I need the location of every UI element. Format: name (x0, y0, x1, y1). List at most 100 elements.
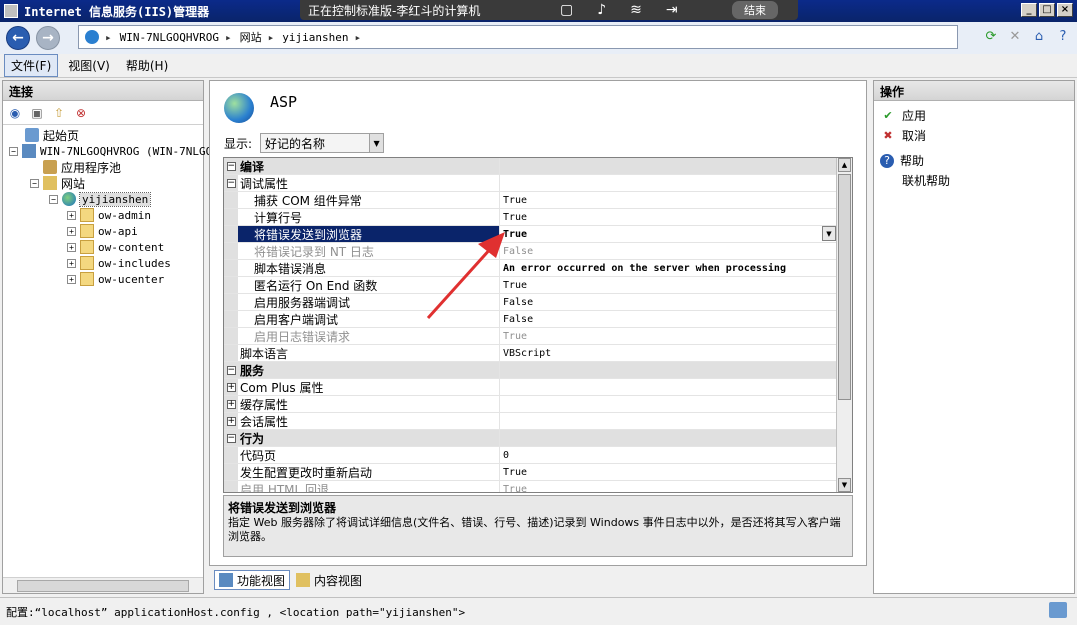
scroll-up-icon[interactable]: ▲ (838, 158, 851, 172)
value-dropdown-button[interactable]: ▼ (822, 226, 836, 241)
tab-content-view[interactable]: 内容视图 (292, 570, 366, 590)
horizontal-scrollbar[interactable] (3, 577, 203, 593)
connect-icon[interactable]: ◉ (7, 105, 23, 121)
property-row[interactable]: 脚本语言 VBScript (224, 345, 838, 362)
forward-button[interactable]: → (36, 26, 60, 50)
expand-icon[interactable]: + (67, 226, 76, 236)
fullscreen-icon[interactable]: ▢ (560, 2, 573, 18)
apply-action[interactable]: ✔ 应用 (880, 107, 926, 124)
collapse-icon[interactable]: − (30, 178, 39, 188)
property-value[interactable]: An error occurred on the server when pro… (500, 260, 838, 276)
breadcrumb-server[interactable]: WIN-7NLGOQHVROG (120, 31, 219, 44)
property-value[interactable]: True (500, 464, 838, 480)
expand-icon[interactable]: + (67, 210, 76, 220)
vertical-scrollbar[interactable]: ▲ ▼ (836, 158, 852, 492)
property-row[interactable]: 启用 HTML 回退 True (224, 481, 838, 493)
collapse-icon[interactable]: − (226, 365, 236, 375)
property-value[interactable]: True (500, 328, 838, 344)
property-value[interactable]: False (500, 311, 838, 327)
menu-view[interactable]: 视图(V) (62, 55, 116, 76)
disconnect-icon[interactable]: ⊗ (73, 105, 89, 121)
tab-features-view[interactable]: 功能视图 (214, 570, 291, 590)
collapse-icon[interactable]: − (226, 161, 236, 171)
subcategory-row[interactable]: − 调试属性 (224, 175, 838, 192)
property-value[interactable]: True (500, 226, 838, 242)
tree-folder[interactable]: + ow-api (67, 223, 138, 239)
property-value[interactable]: VBScript (500, 345, 838, 361)
tree-sites[interactable]: − 网站 (30, 175, 85, 191)
close-button[interactable]: × (1057, 3, 1073, 17)
quality-icon[interactable]: ≋ (630, 2, 642, 18)
breadcrumb-sites[interactable]: 网站 (240, 29, 262, 45)
tree-label: 应用程序池 (61, 160, 122, 175)
subcategory-row[interactable]: + 缓存属性 (224, 396, 838, 413)
property-row[interactable]: 发生配置更改时重新启动 True (224, 464, 838, 481)
collapse-icon[interactable]: − (226, 178, 236, 188)
mute-icon[interactable]: ♪ (597, 2, 606, 18)
tree-site[interactable]: − yijianshen (49, 191, 152, 207)
menu-help[interactable]: 帮助(H) (120, 55, 174, 76)
scrollbar-thumb[interactable] (838, 174, 851, 400)
property-row[interactable]: 启用日志错误请求 True (224, 328, 838, 345)
expand-icon[interactable]: + (226, 382, 236, 392)
help-icon[interactable]: ? (1053, 26, 1073, 46)
property-name: 启用客户端调试 (254, 312, 339, 327)
tree-app-pools[interactable]: 应用程序池 (43, 159, 121, 175)
online-help-action[interactable]: 联机帮助 (902, 172, 950, 189)
expand-icon[interactable]: + (226, 399, 236, 409)
property-value[interactable]: False (500, 243, 838, 259)
home-icon[interactable]: ⌂ (1029, 26, 1049, 46)
collapse-icon[interactable]: − (49, 194, 58, 204)
back-button[interactable]: ← (6, 26, 30, 50)
display-select[interactable]: 好记的名称 ▼ (260, 133, 385, 153)
property-value[interactable]: True (500, 277, 838, 293)
property-value[interactable]: True (500, 209, 838, 225)
property-name: 脚本语言 (240, 346, 289, 361)
category-row[interactable]: − 行为 (224, 430, 838, 447)
expand-icon[interactable]: + (226, 416, 236, 426)
minimize-button[interactable]: _ (1021, 3, 1037, 17)
tree-folder[interactable]: + ow-admin (67, 207, 151, 223)
property-value[interactable]: 0 (500, 447, 838, 463)
tree-folder[interactable]: + ow-includes (67, 255, 171, 271)
scroll-down-icon[interactable]: ▼ (838, 478, 851, 492)
address-bar[interactable]: ▸ WIN-7NLGOQHVROG ▸ 网站 ▸ yijianshen ▸ (78, 25, 958, 49)
maximize-button[interactable]: □ (1039, 3, 1055, 17)
property-row[interactable]: 计算行号 True (224, 209, 838, 226)
end-session-button[interactable]: 结束 (732, 1, 778, 19)
expand-icon[interactable]: + (67, 274, 76, 284)
property-value[interactable]: False (500, 294, 838, 310)
collapse-icon[interactable]: − (9, 146, 18, 156)
transfer-icon[interactable]: ⇥ (666, 2, 678, 18)
save-icon[interactable]: ▣ (29, 105, 45, 121)
tree-start-page[interactable]: 起始页 (25, 127, 79, 143)
menu-file[interactable]: 文件(F) (4, 54, 59, 77)
property-value[interactable]: True (500, 481, 838, 493)
up-folder-icon[interactable]: ⇧ (51, 105, 67, 121)
property-value[interactable]: True (500, 192, 838, 208)
tree-folder[interactable]: + ow-ucenter (67, 271, 164, 287)
subcategory-row[interactable]: + Com Plus 属性 (224, 379, 838, 396)
category-row[interactable]: − 编译 (224, 158, 838, 175)
tree-folder[interactable]: + ow-content (67, 239, 164, 255)
property-row-selected[interactable]: 将错误发送到浏览器 True ▼ (224, 226, 838, 243)
breadcrumb-site[interactable]: yijianshen (282, 31, 348, 44)
property-row[interactable]: 捕获 COM 组件异常 True (224, 192, 838, 209)
help-action[interactable]: ? 帮助 (880, 152, 924, 169)
stop-icon[interactable]: ✕ (1005, 26, 1025, 46)
subcategory-row[interactable]: + 会话属性 (224, 413, 838, 430)
property-row[interactable]: 代码页 0 (224, 447, 838, 464)
expand-icon[interactable]: + (67, 258, 76, 268)
tree-server[interactable]: − WIN-7NLGOQHVROG (WIN-7NLGO (9, 143, 212, 159)
property-row[interactable]: 启用服务器端调试 False (224, 294, 838, 311)
property-row[interactable]: 启用客户端调试 False (224, 311, 838, 328)
property-row[interactable]: 脚本错误消息 An error occurred on the server w… (224, 260, 838, 277)
category-row[interactable]: − 服务 (224, 362, 838, 379)
refresh-icon[interactable]: ⟳ (981, 26, 1001, 46)
scrollbar-thumb[interactable] (17, 580, 189, 592)
property-row[interactable]: 将错误记录到 NT 日志 False (224, 243, 838, 260)
property-row[interactable]: 匿名运行 On End 函数 True (224, 277, 838, 294)
collapse-icon[interactable]: − (226, 433, 236, 443)
expand-icon[interactable]: + (67, 242, 76, 252)
cancel-action[interactable]: ✖ 取消 (880, 127, 926, 144)
